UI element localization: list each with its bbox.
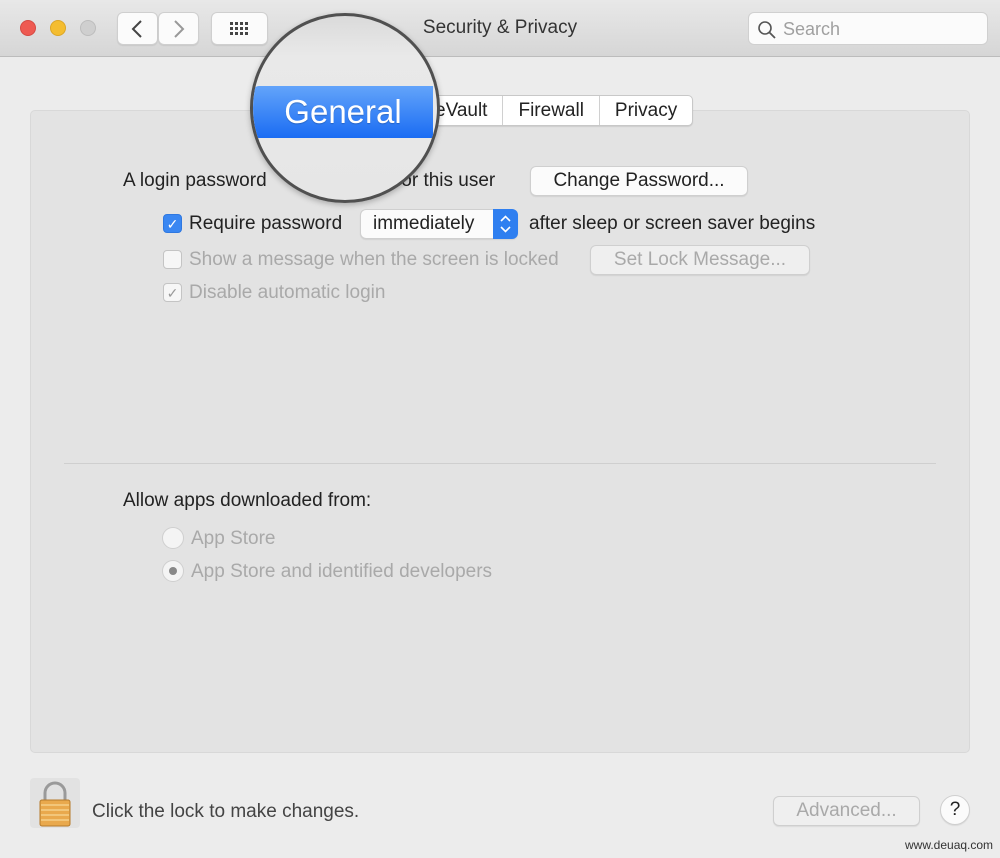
advanced-button[interactable]: Advanced...	[773, 796, 920, 826]
lock-text: Click the lock to make changes.	[92, 801, 360, 822]
help-button[interactable]: ?	[940, 795, 970, 825]
allow-apps-label: Allow apps downloaded from:	[123, 490, 372, 511]
login-password-text: A login password	[123, 170, 267, 191]
chevron-updown-icon	[493, 209, 518, 239]
radio-identified-developers[interactable]	[162, 560, 184, 582]
tab-panel	[30, 110, 970, 753]
require-password-label: Require password	[189, 213, 343, 234]
show-message-label: Show a message when the screen is locked	[189, 249, 559, 270]
after-sleep-text: after sleep or screen saver begins	[529, 213, 816, 234]
divider	[64, 463, 936, 464]
disable-auto-login-checkbox[interactable]: ✓	[163, 283, 182, 302]
tab-firewall[interactable]: Firewall	[502, 96, 598, 125]
radio-app-store-label: App Store	[191, 528, 276, 549]
show-message-checkbox[interactable]	[163, 250, 182, 269]
disable-auto-login-label: Disable automatic login	[189, 282, 386, 303]
tab-privacy[interactable]: Privacy	[598, 96, 692, 125]
search-input[interactable]: Search	[748, 12, 988, 45]
lock-button[interactable]	[30, 778, 80, 828]
delay-select-value: immediately	[373, 213, 475, 234]
require-password-checkbox[interactable]: ✓	[163, 214, 182, 233]
set-lock-message-button[interactable]: Set Lock Message...	[590, 245, 810, 275]
search-placeholder: Search	[783, 19, 841, 39]
search-icon	[758, 21, 776, 39]
magnifier-overlay: General	[250, 13, 440, 203]
radio-identified-developers-label: App Store and identified developers	[191, 561, 493, 582]
watermark: www.deuaq.com	[905, 838, 994, 852]
radio-app-store[interactable]	[162, 527, 184, 549]
change-password-button[interactable]: Change Password...	[530, 166, 748, 196]
lock-icon	[39, 781, 71, 827]
delay-select[interactable]: immediately	[360, 209, 518, 239]
tab-bar: eVault Firewall Privacy	[420, 95, 694, 126]
tab-general[interactable]: General	[253, 86, 433, 138]
